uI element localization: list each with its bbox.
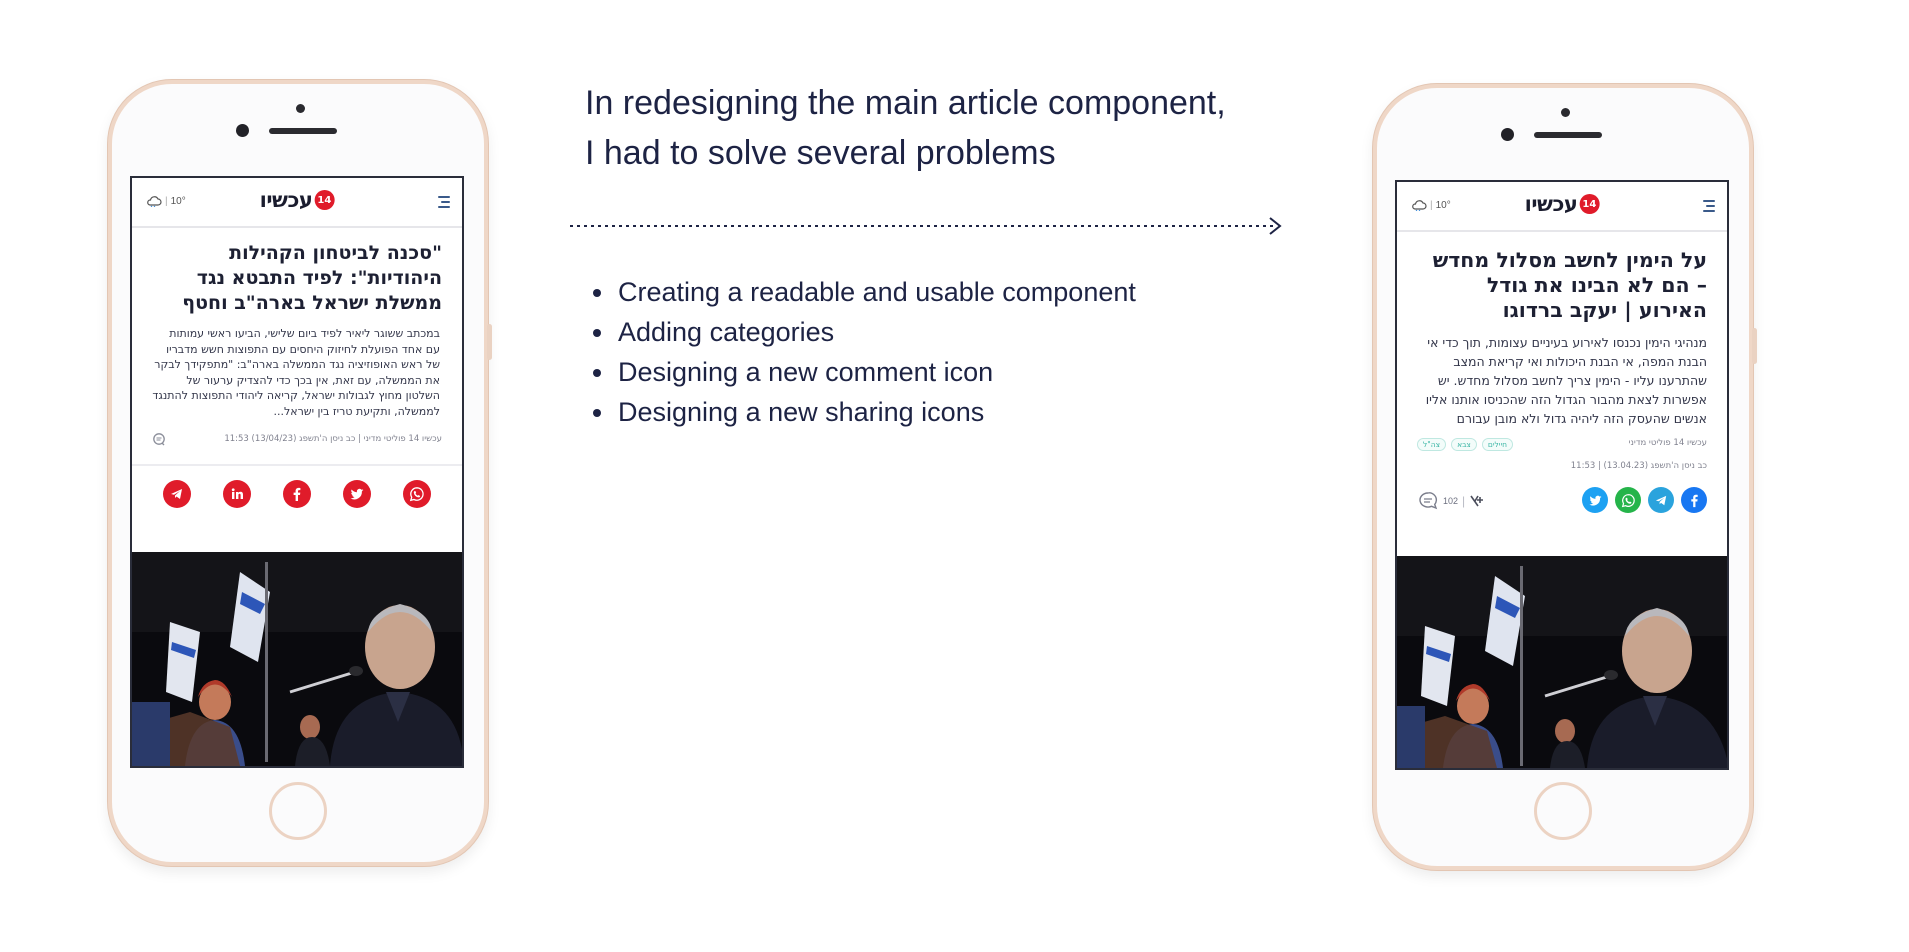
font-size-icon[interactable] [1469, 494, 1485, 508]
tag-chip[interactable]: חיילים [1481, 438, 1514, 451]
phone-mockup-before: | 10° עכשיו 14 "סכנה לביטחון הקהילות היה… [108, 80, 492, 866]
sensor-dot [236, 124, 249, 137]
comments-button[interactable]: 102 | [1417, 491, 1485, 511]
cloud-icon [1412, 200, 1427, 211]
facebook-icon[interactable] [1681, 487, 1707, 513]
telegram-icon[interactable] [1648, 487, 1674, 513]
article-before: "סכנה לביטחון הקהילות היהודיות": לפיד הת… [132, 241, 462, 420]
tag-chip[interactable]: צה"ל [1417, 438, 1447, 451]
linkedin-icon[interactable] [223, 479, 251, 508]
front-camera [1561, 108, 1570, 117]
article-after: על הימין לחשב מסלול מחדש – הם לא הבינו א… [1397, 248, 1727, 428]
logo-text: עכשיו [259, 188, 313, 212]
problem-item: Designing a new comment icon [616, 352, 1136, 392]
share-bar [132, 466, 462, 522]
problem-item: Adding categories [616, 312, 1136, 352]
app-header: | 10° עכשיו 14 [132, 178, 462, 228]
home-button[interactable] [1534, 782, 1592, 840]
article-lead: במכתב ששוגר ליאיר לפיד ביום שלישי, הביעו… [152, 327, 440, 418]
intro-line-1: In redesigning the main article componen… [585, 84, 1226, 122]
article-category[interactable]: עכשיו 14 פוליטי מדיני [1629, 438, 1707, 448]
facebook-icon[interactable] [283, 479, 311, 508]
screen-before: | 10° עכשיו 14 "סכנה לביטחון הקהילות היה… [130, 176, 464, 768]
article-headline[interactable]: "סכנה לביטחון הקהילות היהודיות": לפיד הת… [152, 241, 442, 316]
temperature: 10° [170, 195, 186, 207]
article-headline[interactable]: על הימין לחשב מסלול מחדש – הם לא הבינו א… [1417, 248, 1707, 323]
date-row: כב ניסן ה'תשפג (13.04.23) | 11:53 [1417, 455, 1707, 473]
problem-item: Designing a new sharing icons [616, 392, 1136, 432]
telegram-icon[interactable] [163, 479, 191, 508]
article-lead: מנהיגי הימין נכנסו לאירוע בעיניים עצומות… [1425, 335, 1707, 426]
speaker-grill [269, 128, 337, 134]
intro-text: In redesigning the main article componen… [585, 78, 1226, 178]
action-row: 102 | [1417, 487, 1707, 515]
whatsapp-icon[interactable] [403, 479, 431, 508]
intro-line-2: I had to solve several problems [585, 134, 1056, 172]
home-button[interactable] [269, 782, 327, 840]
side-button [487, 324, 492, 360]
problem-item: Creating a readable and usable component [616, 272, 1136, 312]
whatsapp-icon[interactable] [1615, 487, 1641, 513]
weather-widget[interactable]: | 10° [146, 195, 186, 207]
logo-badge: 14 [1579, 194, 1600, 214]
sensor-dot [1501, 128, 1514, 141]
logo-text: עכשיו [1524, 192, 1578, 216]
twitter-icon[interactable] [1582, 487, 1608, 513]
article-photo[interactable] [132, 552, 462, 766]
share-bar [1582, 487, 1707, 513]
article-date: כב ניסן ה'תשפג (13.04.23) | 11:53 [1570, 461, 1707, 471]
menu-icon[interactable] [1701, 200, 1715, 212]
side-button [1752, 328, 1757, 364]
front-camera [296, 104, 305, 113]
temperature: 10° [1435, 199, 1451, 211]
photo-illustration [132, 552, 462, 766]
screen-after: | 10° עכשיו 14 על הימין לחשב מסלול מחדש … [1395, 180, 1729, 770]
dotted-arrow [570, 217, 1282, 235]
site-logo[interactable]: עכשיו 14 [260, 188, 335, 212]
comment-icon[interactable] [152, 432, 166, 451]
site-logo[interactable]: עכשיו 14 [1525, 192, 1600, 216]
weather-widget[interactable]: | 10° [1411, 199, 1451, 211]
photo-illustration [1397, 556, 1727, 768]
comment-count: 102 [1443, 496, 1459, 506]
tag-list: חיילים צבא צה"ל [1417, 438, 1514, 451]
phone-mockup-after: | 10° עכשיו 14 על הימין לחשב מסלול מחדש … [1373, 84, 1757, 870]
cloud-icon [147, 196, 162, 207]
app-header: | 10° עכשיו 14 [1397, 182, 1727, 232]
twitter-icon[interactable] [343, 479, 371, 508]
separator: | [1462, 494, 1466, 508]
speaker-grill [1534, 132, 1602, 138]
category-row: עכשיו 14 פוליטי מדיני חיילים צבא צה"ל [1417, 438, 1707, 452]
article-meta: עכשיו 14 פוליטי מדיני | כב ניסן ה'תשפג (… [224, 433, 442, 444]
article-photo[interactable] [1397, 556, 1727, 768]
logo-badge: 14 [314, 190, 335, 210]
problem-list: Creating a readable and usable component… [590, 272, 1136, 432]
menu-icon[interactable] [436, 196, 450, 208]
tag-chip[interactable]: צבא [1451, 438, 1477, 451]
comment-icon [1419, 492, 1438, 510]
article-meta-row: עכשיו 14 פוליטי מדיני | כב ניסן ה'תשפג (… [152, 432, 442, 448]
